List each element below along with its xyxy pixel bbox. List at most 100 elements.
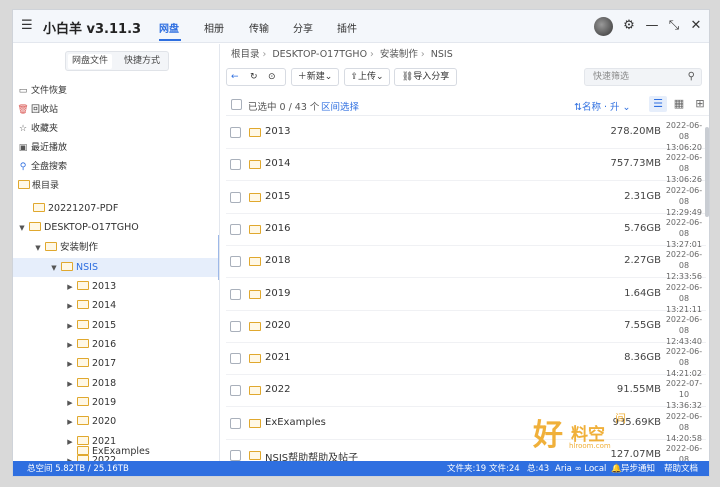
- tree-node[interactable]: ▶ 2014: [65, 296, 116, 315]
- async-notify[interactable]: 异步通知: [621, 461, 655, 476]
- sidebar-item-favorites[interactable]: ☆ 收藏夹: [17, 120, 58, 138]
- target-icon[interactable]: ⊙: [268, 69, 276, 85]
- file-row[interactable]: 2015 2.31GB 2022-06-08 12:29:49: [226, 182, 706, 217]
- chevron-right-icon[interactable]: ▶: [65, 394, 75, 413]
- tree-node[interactable]: ▶ 2017: [65, 354, 116, 373]
- tree-node[interactable]: ▶ 2015: [65, 316, 116, 335]
- tree-node[interactable]: ▶ 2016: [65, 335, 116, 354]
- large-grid-view-icon[interactable]: ⊞: [691, 96, 709, 112]
- tree-node[interactable]: ▶ 2019: [65, 393, 116, 412]
- chevron-right-icon[interactable]: ▶: [65, 355, 75, 374]
- file-row[interactable]: 2021 8.36GB 2022-06-08 14:21:02: [226, 343, 706, 378]
- chevron-down-icon[interactable]: ▼: [17, 219, 27, 238]
- tree-splitter[interactable]: [218, 235, 219, 280]
- chevron-right-icon[interactable]: ▶: [65, 278, 75, 297]
- row-checkbox[interactable]: [230, 450, 241, 461]
- import-share-button[interactable]: ⛓导入分享: [394, 68, 457, 86]
- file-date: 2022-06-08 12:33:56: [665, 250, 703, 282]
- aria-status[interactable]: Aria ∞ Local: [555, 461, 606, 476]
- tab-plugins[interactable]: 插件: [337, 20, 357, 35]
- chevron-right-icon[interactable]: ▶: [65, 413, 75, 432]
- file-row[interactable]: ExExamples 935.69KB 2022-06-08 14:20:58: [226, 408, 706, 443]
- grid-view-icon[interactable]: ▦: [670, 96, 688, 112]
- row-checkbox[interactable]: [230, 353, 241, 365]
- tab-netdisk[interactable]: 网盘: [159, 20, 179, 35]
- file-row[interactable]: 2013 278.20MB 2022-06-08 13:06:20: [226, 117, 706, 152]
- tab-netdisk-files[interactable]: 网盘文件: [68, 54, 113, 69]
- refresh-icon[interactable]: ↻: [250, 69, 258, 85]
- tree-node[interactable]: ▼ DESKTOP-O17TGHO: [17, 218, 139, 237]
- tree-node[interactable]: ▶ 2018: [65, 374, 116, 393]
- file-row[interactable]: 2016 5.76GB 2022-06-08 13:27:01: [226, 214, 706, 249]
- row-checkbox[interactable]: [230, 288, 241, 300]
- range-select-link[interactable]: 区间选择: [321, 99, 359, 113]
- app-title: 小白羊 v3.11.3: [43, 22, 142, 37]
- chevron-right-icon[interactable]: ▶: [65, 297, 75, 316]
- row-checkbox[interactable]: [230, 320, 241, 332]
- minimize-icon[interactable]: —: [643, 16, 661, 36]
- upload-button[interactable]: ⇪上传⌄: [344, 68, 390, 86]
- chevron-down-icon[interactable]: ▼: [49, 259, 59, 278]
- hamburger-icon[interactable]: ☰: [21, 18, 37, 34]
- tree-node[interactable]: ▼ 安装制作: [33, 238, 98, 257]
- sidebar-item-search[interactable]: ⚲ 全盘搜索: [17, 158, 67, 176]
- sidebar-item-recycle-bin[interactable]: 🗑 回收站: [17, 101, 58, 119]
- search-icon[interactable]: ⚲: [688, 69, 695, 85]
- file-row[interactable]: NSIS帮助帮助及帖子 127.07MB 2022-06-08: [226, 440, 706, 461]
- quick-filter-input[interactable]: 快速筛选 ⚲: [584, 68, 702, 86]
- chevron-down-icon[interactable]: ▼: [33, 239, 43, 258]
- avatar[interactable]: [594, 17, 613, 36]
- file-row[interactable]: 2014 757.73MB 2022-06-08 13:06:26: [226, 149, 706, 184]
- sidebar-item-file-restore[interactable]: ▭ 文件恢复: [17, 82, 67, 100]
- tab-share[interactable]: 分享: [293, 20, 313, 35]
- maximize-icon[interactable]: ⤡: [665, 16, 683, 36]
- breadcrumb-item[interactable]: NSIS: [431, 49, 453, 60]
- tree-node-selected[interactable]: ▼ NSIS: [49, 258, 98, 277]
- file-row[interactable]: 2022 91.55MB 2022-07-10 13:36:32: [226, 375, 706, 410]
- gear-icon[interactable]: ⚙: [620, 16, 638, 36]
- select-all-checkbox[interactable]: [231, 99, 242, 110]
- list-view-icon[interactable]: ☰: [649, 96, 667, 112]
- tab-transfer[interactable]: 传输: [249, 20, 269, 35]
- breadcrumb-item[interactable]: 安装制作: [380, 49, 418, 60]
- chevron-right-icon[interactable]: ▶: [65, 336, 75, 355]
- tree-node[interactable]: 20221207-PDF: [21, 199, 118, 218]
- chevron-right-icon[interactable]: ▶: [65, 317, 75, 336]
- back-icon[interactable]: ←: [231, 69, 239, 85]
- file-restore-icon: ▭: [18, 86, 28, 96]
- row-checkbox[interactable]: [230, 385, 241, 397]
- tree-node[interactable]: ExExamples: [65, 442, 215, 461]
- breadcrumb-separator: ›: [370, 49, 374, 60]
- chevron-right-icon[interactable]: ▶: [65, 375, 75, 394]
- row-checkbox[interactable]: [230, 159, 241, 171]
- sidebar-item-recent-play[interactable]: ▣ 最近播放: [17, 139, 67, 157]
- sort-dropdown[interactable]: ⇅名称 · 升 ⌄: [574, 99, 631, 113]
- breadcrumb-item[interactable]: DESKTOP-O17TGHO: [272, 49, 367, 60]
- file-size: 1.64GB: [624, 287, 661, 299]
- file-name: 2015: [265, 190, 291, 202]
- folder-icon: [249, 451, 261, 460]
- file-date: 2022-06-08: [665, 444, 703, 461]
- close-icon[interactable]: ✕: [687, 16, 705, 36]
- file-row[interactable]: 2019 1.64GB 2022-06-08 13:21:11: [226, 279, 706, 314]
- file-row[interactable]: 2018 2.27GB 2022-06-08 12:33:56: [226, 246, 706, 281]
- row-checkbox[interactable]: [230, 256, 241, 268]
- tree-node[interactable]: ▶ 2020: [65, 412, 116, 431]
- row-checkbox[interactable]: [230, 191, 241, 203]
- file-size: 7.55GB: [624, 319, 661, 331]
- breadcrumb-item[interactable]: 根目录: [231, 49, 260, 60]
- row-checkbox[interactable]: [230, 127, 241, 138]
- help-docs-link[interactable]: 帮助文档: [664, 461, 698, 476]
- tab-album[interactable]: 相册: [204, 20, 224, 35]
- app-window: ☰ 小白羊 v3.11.3 网盘 相册 传输 分享 插件 ⚙ — ⤡ ✕ 网盘文…: [12, 9, 710, 477]
- row-checkbox[interactable]: [230, 223, 241, 235]
- tree-node[interactable]: ▶ 2013: [65, 277, 116, 296]
- row-checkbox[interactable]: [230, 417, 241, 429]
- scrollbar[interactable]: [705, 127, 709, 217]
- breadcrumb-separator: ›: [262, 49, 267, 60]
- folder-icon: [77, 339, 89, 348]
- new-button[interactable]: ＋新建⌄: [291, 68, 339, 86]
- sidebar-item-root[interactable]: 根目录: [17, 177, 59, 195]
- tab-shortcuts[interactable]: 快捷方式: [120, 54, 164, 69]
- file-row[interactable]: 2020 7.55GB 2022-06-08 12:43:40: [226, 311, 706, 346]
